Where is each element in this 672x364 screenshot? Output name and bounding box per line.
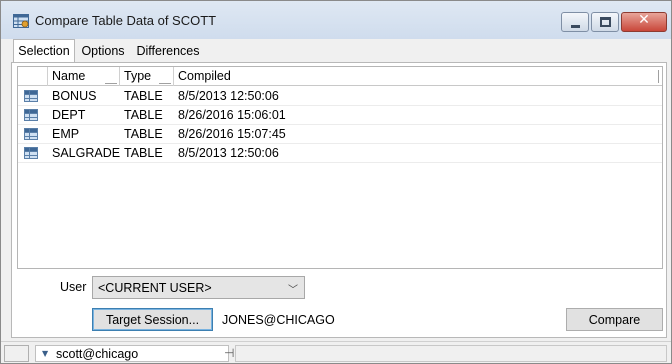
column-header-name-label: Name [52, 69, 86, 83]
target-session-value: JONES@CHICAGO [222, 313, 335, 327]
minimize-button[interactable] [561, 12, 589, 32]
user-label: User [60, 280, 87, 294]
cell-name: EMP [52, 127, 80, 141]
column-header-type-label: Type [124, 69, 152, 83]
cell-compiled: 8/26/2016 15:07:45 [178, 127, 286, 141]
connection-label: scott@chicago [56, 347, 139, 361]
compare-window: Compare Table Data of SCOTT ✕ Selection … [0, 0, 672, 364]
chevron-down-icon: ﹀ [288, 285, 298, 296]
table-row[interactable]: SALGRADE TABLE 8/5/2013 12:50:06 [18, 144, 662, 163]
table-icon [24, 147, 38, 159]
maximize-icon [600, 17, 611, 27]
tab-differences[interactable]: Differences [133, 40, 203, 62]
cell-compiled: 8/5/2013 12:50:06 [178, 146, 279, 160]
tab-options[interactable]: Options [77, 40, 129, 62]
table-icon [24, 109, 38, 121]
target-session-button[interactable]: Target Session... [92, 308, 213, 331]
status-bar: ▼ scott@chicago ⊣ [1, 341, 671, 363]
column-resize-handle[interactable] [159, 83, 171, 84]
compare-button[interactable]: Compare [566, 308, 663, 331]
cell-type: TABLE [124, 89, 163, 103]
table-row[interactable]: DEPT TABLE 8/26/2016 15:06:01 [18, 106, 662, 125]
cell-type: TABLE [124, 108, 163, 122]
column-header-type[interactable]: Type [120, 67, 174, 86]
column-header-icon[interactable] [18, 67, 48, 86]
table-row[interactable]: BONUS TABLE 8/5/2013 12:50:06 [18, 87, 662, 106]
cell-type: TABLE [124, 146, 163, 160]
dropdown-arrow-icon[interactable]: ▼ [42, 349, 48, 358]
status-indicator [4, 345, 29, 362]
column-header-compiled[interactable]: Compiled [174, 67, 662, 86]
row-icon-cell [18, 106, 48, 125]
minimize-icon [571, 25, 580, 28]
selection-panel: Name Type Compiled BONUS TABLE 8/5/2013 … [11, 62, 667, 338]
cell-name: SALGRADE [52, 146, 121, 160]
table-row[interactable]: EMP TABLE 8/26/2016 15:07:45 [18, 125, 662, 144]
cell-name: BONUS [52, 89, 97, 103]
cell-compiled: 8/5/2013 12:50:06 [178, 89, 279, 103]
title-bar[interactable]: Compare Table Data of SCOTT ✕ [1, 1, 671, 39]
table-icon [24, 90, 38, 102]
window-title: Compare Table Data of SCOTT [35, 13, 217, 28]
user-select[interactable]: <CURRENT USER> ﹀ [92, 276, 305, 299]
grid-header: Name Type Compiled [18, 67, 662, 86]
user-select-value: <CURRENT USER> [98, 281, 212, 295]
cell-compiled: 8/26/2016 15:06:01 [178, 108, 286, 122]
row-icon-cell [18, 144, 48, 163]
cell-type: TABLE [124, 127, 163, 141]
column-resize-handle[interactable] [658, 70, 659, 83]
column-header-name[interactable]: Name [48, 67, 120, 86]
row-icon-cell [18, 87, 48, 106]
row-icon-cell [18, 125, 48, 144]
tab-selection[interactable]: Selection [13, 39, 75, 62]
maximize-button[interactable] [591, 12, 619, 32]
close-button[interactable]: ✕ [621, 12, 667, 32]
table-grid[interactable]: Name Type Compiled BONUS TABLE 8/5/2013 … [17, 66, 663, 269]
table-icon [24, 128, 38, 140]
table-compare-icon [13, 14, 29, 28]
cell-name: DEPT [52, 108, 86, 122]
column-resize-handle[interactable] [105, 83, 117, 84]
connection-selector[interactable]: ▼ scott@chicago ⊣ [35, 345, 234, 362]
close-icon: ✕ [638, 12, 650, 28]
pin-icon[interactable]: ⊣ [224, 346, 234, 360]
status-message-area [235, 345, 667, 362]
column-header-compiled-label: Compiled [178, 69, 231, 83]
